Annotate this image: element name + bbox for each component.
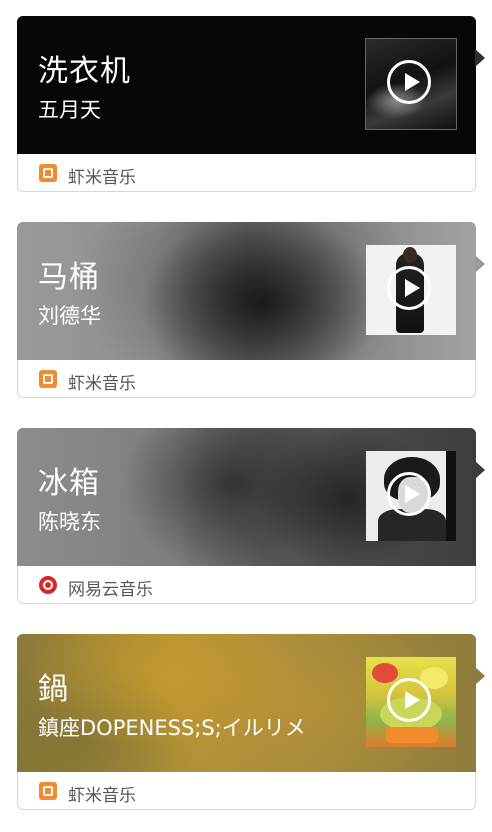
song-title: 洗衣机	[38, 54, 131, 89]
source-label: 虾米音乐	[68, 168, 136, 188]
source-footer[interactable]: 虾米音乐	[18, 155, 475, 192]
album-cover[interactable]	[366, 245, 456, 335]
music-card-banner[interactable]: 洗衣机 五月天	[17, 16, 476, 154]
source-footer[interactable]: 网易云音乐	[18, 567, 475, 604]
music-card[interactable]: 冰箱 陈晓东 网易云音乐	[17, 428, 485, 604]
song-title: 冰箱	[38, 466, 100, 501]
music-card-banner[interactable]: 鍋 鎮座DOPENESS;S;イルリメ	[17, 634, 476, 772]
music-card[interactable]: 洗衣机 五月天 虾米音乐	[17, 16, 485, 192]
song-artist: 陈晓东	[38, 510, 101, 534]
cover-side-strip	[446, 451, 456, 541]
xiami-music-icon	[39, 782, 57, 800]
chevron-right-icon	[475, 49, 485, 67]
song-title: 鍋	[38, 672, 69, 707]
source-label: 虾米音乐	[68, 374, 136, 394]
music-card-banner[interactable]: 冰箱 陈晓东	[17, 428, 476, 566]
chevron-right-icon	[475, 255, 485, 273]
source-label: 网易云音乐	[68, 580, 153, 600]
chevron-right-icon	[475, 461, 485, 479]
song-title: 马桶	[38, 260, 100, 295]
music-card[interactable]: 马桶 刘德华 虾米音乐	[17, 222, 485, 398]
album-cover[interactable]	[365, 38, 457, 130]
song-artist: 五月天	[38, 98, 101, 122]
source-footer[interactable]: 虾米音乐	[18, 361, 475, 398]
cover-figure-head	[403, 247, 417, 263]
source-label: 虾米音乐	[68, 786, 136, 806]
song-artist: 刘德华	[38, 304, 101, 328]
netease-cloud-music-icon	[39, 576, 57, 594]
chevron-right-icon	[475, 667, 485, 685]
cover-shape	[386, 727, 438, 743]
play-icon[interactable]	[387, 472, 431, 516]
music-card-banner[interactable]: 马桶 刘德华	[17, 222, 476, 360]
play-icon[interactable]	[387, 60, 431, 104]
album-cover[interactable]	[366, 451, 456, 541]
play-icon[interactable]	[387, 266, 431, 310]
music-card[interactable]: 鍋 鎮座DOPENESS;S;イルリメ 虾米音乐	[17, 634, 485, 810]
xiami-music-icon	[39, 370, 57, 388]
source-footer[interactable]: 虾米音乐	[18, 773, 475, 810]
album-cover[interactable]	[366, 657, 456, 747]
cover-shape	[372, 663, 398, 683]
xiami-music-icon	[39, 164, 57, 182]
song-artist: 鎮座DOPENESS;S;イルリメ	[38, 716, 306, 740]
play-icon[interactable]	[387, 678, 431, 722]
